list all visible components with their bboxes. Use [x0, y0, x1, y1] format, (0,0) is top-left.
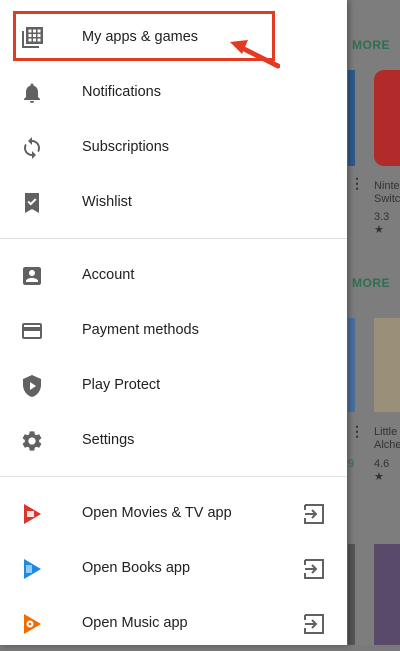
drawer-item-payment-methods[interactable]: Payment methods	[0, 303, 347, 358]
exit-to-app-icon[interactable]	[303, 558, 327, 580]
exit-to-app-icon[interactable]	[303, 503, 327, 525]
more-options-icon[interactable]: ⋮	[350, 176, 364, 190]
drawer-item-label: Payment methods	[82, 322, 199, 338]
refresh-icon	[24, 137, 40, 159]
account-box-icon	[23, 267, 41, 285]
drawer-item-label: Play Protect	[82, 377, 161, 393]
play-music-icon	[24, 614, 41, 634]
app-card-title: Little	[374, 426, 398, 438]
price-partial: 9	[348, 458, 355, 470]
drawer-item-label: Subscriptions	[82, 139, 170, 155]
gear-icon	[22, 431, 42, 451]
bookmark-check-icon	[25, 193, 39, 213]
drawer-item-wishlist[interactable]: Wishlist	[0, 175, 347, 230]
app-card-image[interactable]	[374, 318, 400, 412]
more-link[interactable]: MORE	[352, 38, 390, 52]
app-card-partial[interactable]	[348, 70, 355, 166]
drawer-item-subscriptions[interactable]: Subscriptions	[0, 120, 347, 175]
drawer-item-label: Open Movies & TV app	[82, 505, 232, 521]
app-card-rating: 4.6 ★	[374, 458, 390, 483]
credit-card-icon	[22, 323, 42, 339]
drawer-item-open-music[interactable]: Open Music app	[0, 596, 347, 651]
divider	[0, 476, 347, 477]
drawer-item-play-protect[interactable]: Play Protect	[0, 358, 347, 413]
divider	[0, 238, 347, 239]
navigation-drawer: My apps & games Notifications Subscripti…	[0, 0, 347, 645]
more-link[interactable]: MORE	[352, 276, 390, 290]
app-card-partial[interactable]	[348, 318, 355, 412]
app-card-image[interactable]	[374, 544, 400, 645]
drawer-item-label: Wishlist	[82, 194, 132, 210]
drawer-item-label: Notifications	[82, 84, 161, 100]
exit-to-app-icon[interactable]	[303, 613, 327, 635]
drawer-item-open-movies-tv[interactable]: Open Movies & TV app	[0, 486, 347, 541]
app-card-title: Alche	[374, 439, 400, 451]
drawer-item-notifications[interactable]: Notifications	[0, 65, 347, 120]
shield-play-icon	[23, 375, 41, 397]
drawer-item-label: Settings	[82, 432, 135, 448]
drawer-item-settings[interactable]: Settings	[0, 413, 347, 468]
drawer-item-label: Open Books app	[82, 560, 191, 576]
drawer-item-label: Open Music app	[82, 615, 188, 631]
play-books-icon	[24, 559, 41, 579]
bell-icon	[24, 83, 40, 103]
play-movies-icon	[24, 504, 41, 524]
app-card-rating: 3.3 ★	[374, 211, 390, 236]
app-card-title: Ninte	[374, 180, 400, 192]
pointer-arrow-icon	[230, 40, 280, 69]
more-options-icon[interactable]: ⋮	[350, 424, 364, 438]
app-card-partial[interactable]	[348, 544, 355, 645]
drawer-item-open-books[interactable]: Open Books app	[0, 541, 347, 596]
app-card-image[interactable]	[374, 70, 400, 166]
drawer-item-account[interactable]: Account	[0, 248, 347, 303]
drawer-item-label: Account	[82, 267, 135, 283]
app-card-title: Switc	[374, 193, 400, 205]
